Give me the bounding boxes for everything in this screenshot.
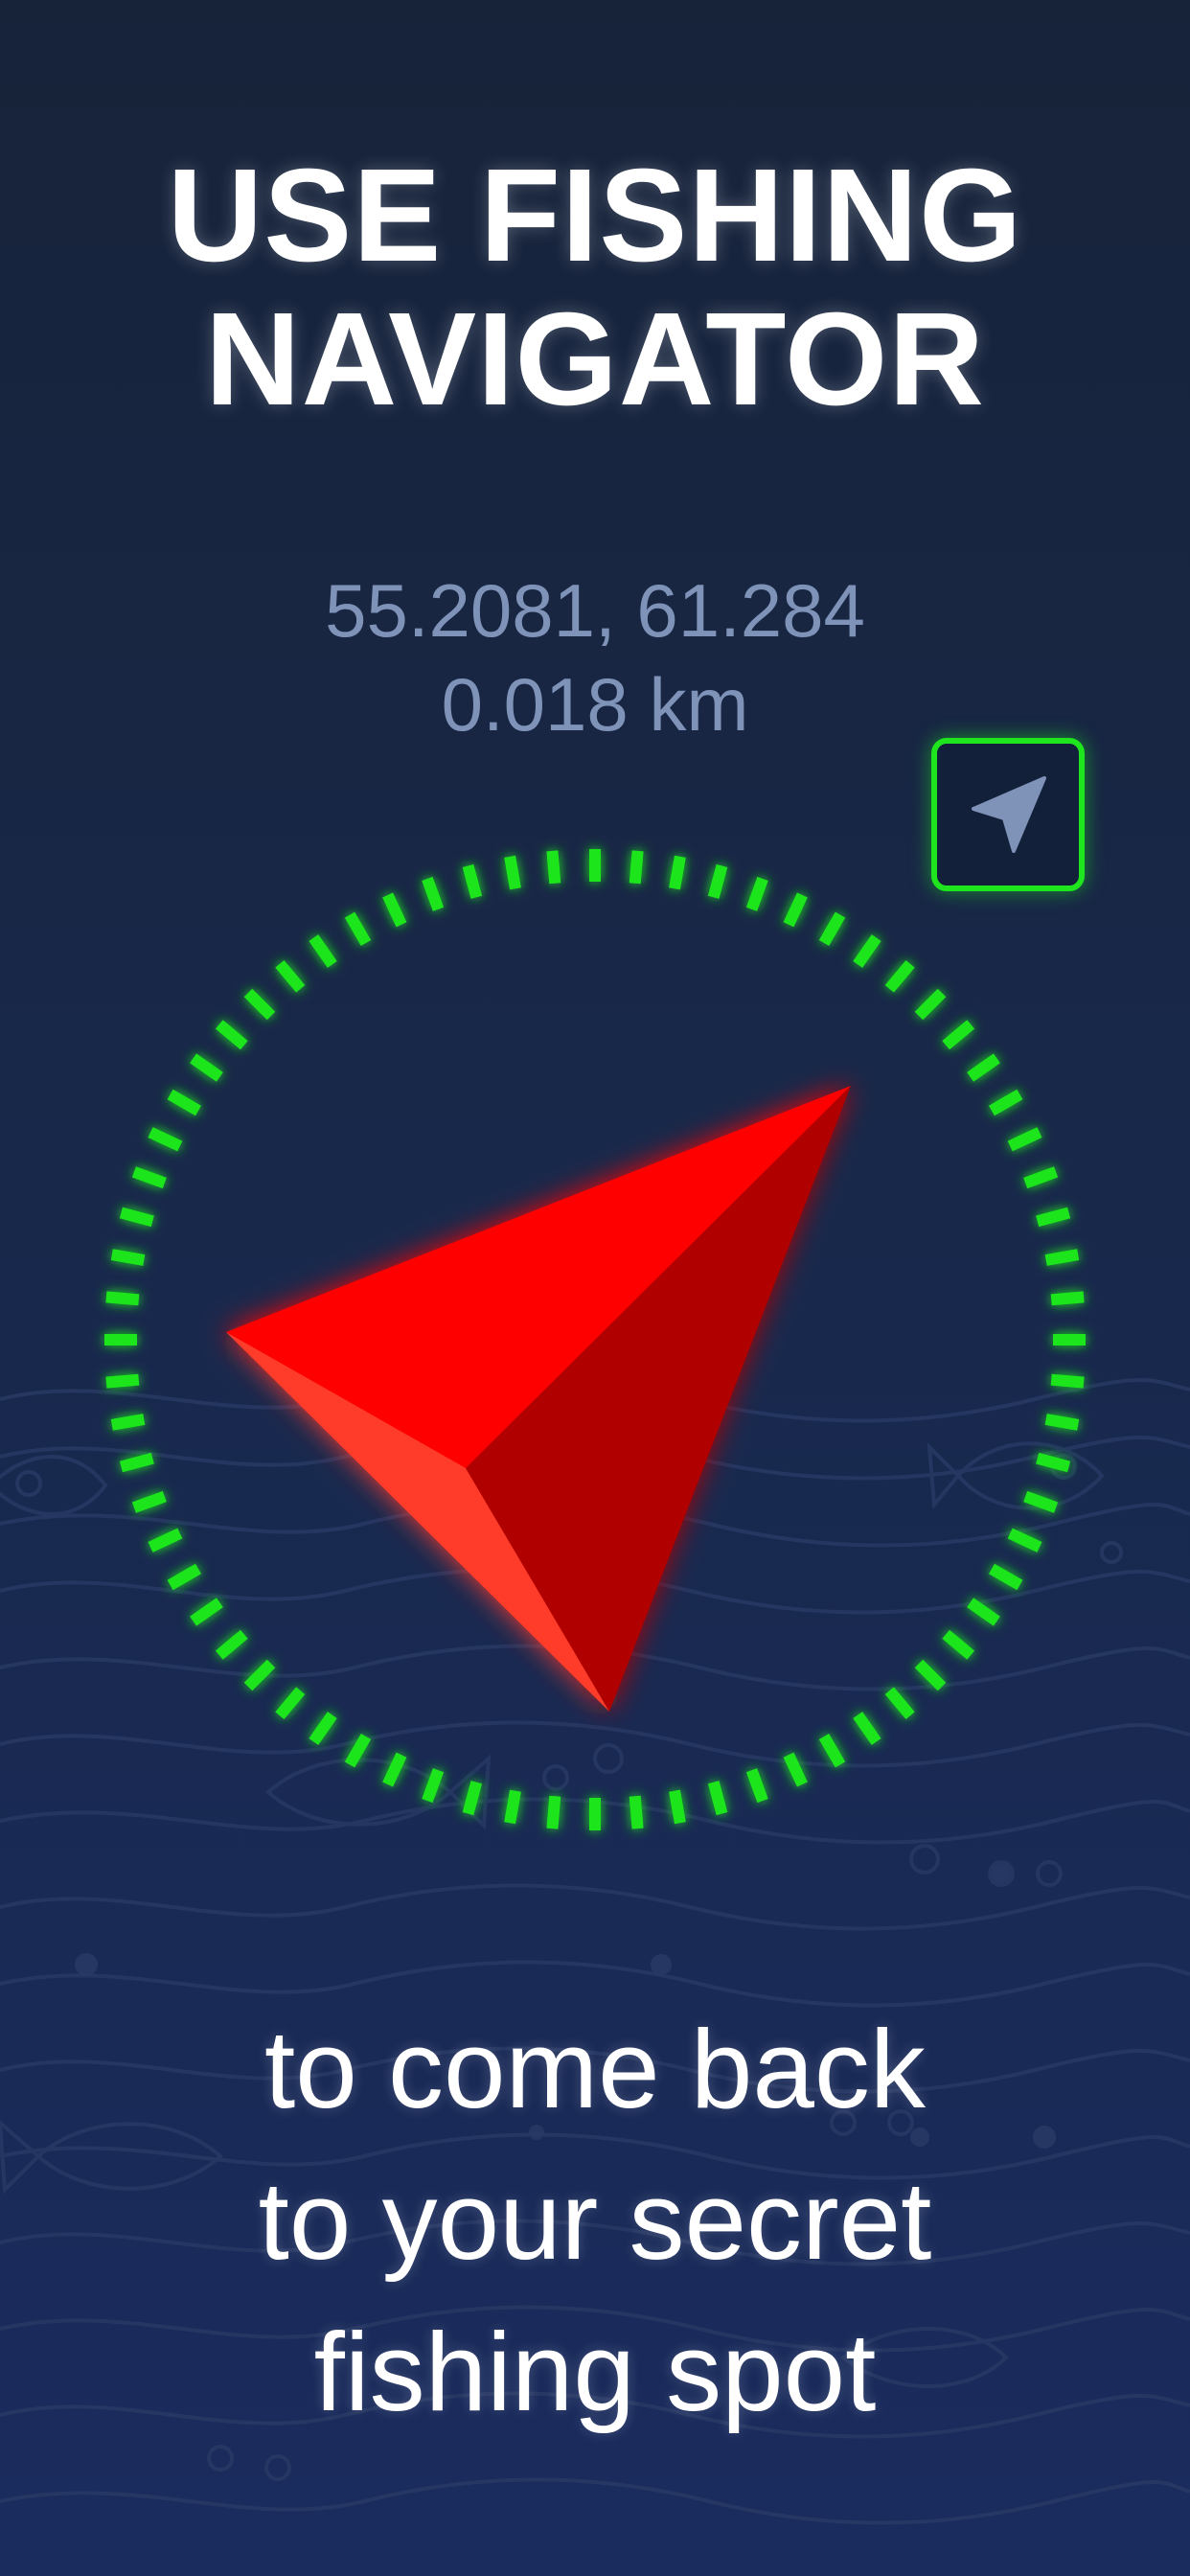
compass-tick	[275, 959, 306, 993]
compass-tick	[1050, 1373, 1085, 1389]
compass-tick	[275, 1687, 306, 1720]
compass-tick	[669, 1789, 686, 1825]
compass-tick	[344, 1733, 372, 1768]
compass-tick	[818, 911, 846, 947]
compass-tick	[1023, 1490, 1059, 1513]
compass-tick	[504, 855, 521, 890]
compass-tick	[119, 1207, 154, 1228]
direction-arrow-icon	[226, 1086, 851, 1712]
compass-tick	[105, 1373, 140, 1389]
compass-tick	[110, 1249, 146, 1266]
compass-tick	[105, 1291, 140, 1306]
compass-tick	[967, 1598, 1000, 1626]
compass-tick	[243, 988, 276, 1021]
compass-tick	[422, 876, 445, 911]
compass-tick	[629, 1795, 644, 1829]
tagline: to come back to your secret fishing spot	[0, 1993, 1190, 2448]
compass-tick	[309, 1712, 337, 1745]
compass-tick	[422, 1768, 445, 1804]
compass-tick	[629, 850, 644, 885]
compass-tick	[783, 1752, 808, 1787]
compass-tick	[504, 1789, 521, 1825]
compass-tick	[884, 959, 915, 993]
tagline-line-2: to your secret	[258, 2158, 932, 2283]
compass-tick	[818, 1733, 846, 1768]
compass-tick	[309, 934, 337, 968]
compass-tick	[1044, 1414, 1080, 1431]
compass-tick	[669, 855, 686, 890]
compass-tick	[988, 1563, 1023, 1591]
compass-tick	[110, 1414, 146, 1431]
tagline-line-1: to come back	[264, 2007, 926, 2131]
compass-tick	[243, 1659, 276, 1691]
compass-tick	[783, 892, 808, 928]
compass-tick	[131, 1490, 167, 1513]
compass-tick	[215, 1629, 248, 1660]
compass-tick	[745, 876, 768, 911]
compass-tick	[148, 1127, 183, 1152]
compass-tick	[988, 1089, 1023, 1116]
compass-tick	[1007, 1528, 1042, 1552]
compass-tick	[853, 1712, 881, 1745]
compass-tick	[942, 1020, 975, 1050]
compass-tick	[546, 1795, 561, 1829]
compass-tick	[382, 892, 407, 928]
compass-tick	[914, 1659, 947, 1691]
compass-tick	[148, 1528, 183, 1552]
compass-tick	[1050, 1291, 1085, 1306]
compass-tick	[190, 1598, 223, 1626]
compass-tick	[462, 1781, 483, 1816]
compass-tick	[167, 1089, 202, 1116]
compass-tick	[131, 1166, 167, 1189]
tagline-line-3: fishing spot	[313, 2310, 877, 2434]
compass-tick	[884, 1687, 915, 1720]
compass-tick	[462, 863, 483, 899]
compass-tick	[215, 1020, 248, 1050]
compass-tick	[967, 1053, 1000, 1082]
compass-tick	[546, 850, 561, 885]
compass-tick	[853, 934, 881, 968]
compass-tick	[167, 1563, 202, 1591]
compass-tick	[119, 1452, 154, 1473]
compass-tick	[1036, 1207, 1071, 1228]
compass-tick	[707, 863, 728, 899]
compass-tick	[1023, 1166, 1059, 1189]
compass-tick	[707, 1781, 728, 1816]
compass-tick	[745, 1768, 768, 1804]
compass-tick	[942, 1629, 975, 1660]
compass-tick	[1044, 1249, 1080, 1266]
compass-tick	[1007, 1127, 1042, 1152]
compass-tick	[190, 1053, 223, 1082]
compass-tick	[1036, 1452, 1071, 1473]
compass-tick	[382, 1752, 407, 1787]
compass-tick	[344, 911, 372, 947]
compass-tick	[914, 988, 947, 1021]
